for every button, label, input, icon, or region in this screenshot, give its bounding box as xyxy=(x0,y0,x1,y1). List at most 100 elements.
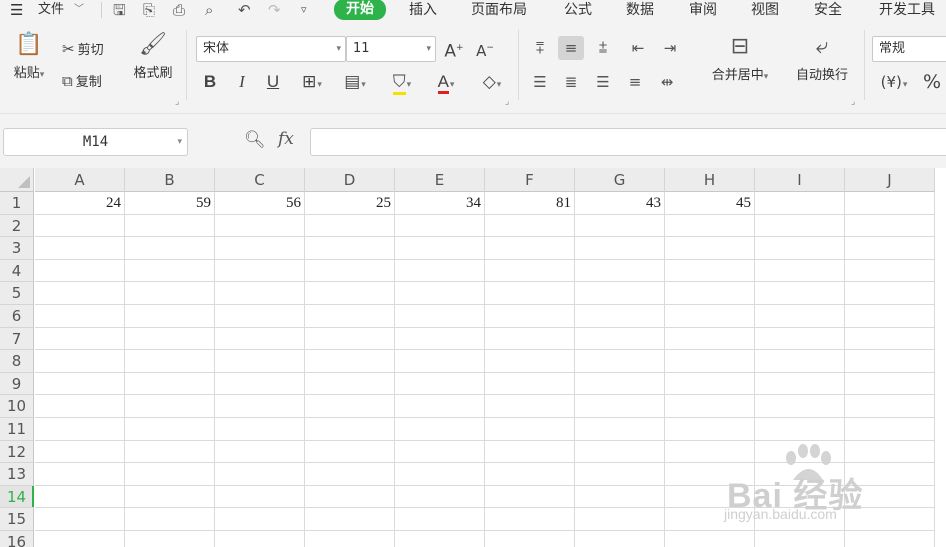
cell-i13[interactable] xyxy=(755,463,845,486)
merge-center-button[interactable]: ⊟ 合并居中▾ xyxy=(700,30,780,83)
align-right-icon[interactable]: ☰ xyxy=(590,70,616,94)
column-header-j[interactable]: J xyxy=(845,168,935,192)
column-header-f[interactable]: F xyxy=(485,168,575,192)
cell-a13[interactable] xyxy=(35,463,125,486)
cell-g12[interactable] xyxy=(575,440,665,464)
italic-button[interactable]: I xyxy=(232,70,252,94)
cell-j6[interactable] xyxy=(845,305,935,328)
file-menu[interactable]: 文件 xyxy=(38,0,64,20)
row-header-1[interactable]: 1 xyxy=(0,192,34,215)
hamburger-icon[interactable]: ☰ xyxy=(10,0,23,20)
cell-c2[interactable] xyxy=(215,214,305,238)
cell-j8[interactable] xyxy=(845,350,935,373)
cell-h5[interactable] xyxy=(665,282,755,305)
row-header-15[interactable]: 15 xyxy=(0,508,34,531)
name-box[interactable]: M14 ▾ xyxy=(3,128,188,156)
clear-format-button[interactable]: ◇▾ xyxy=(474,70,510,94)
cell-d16[interactable] xyxy=(305,531,395,547)
cell-a15[interactable] xyxy=(35,508,125,531)
cell-c1[interactable]: 56 xyxy=(215,192,305,215)
cut-button[interactable]: ✂ 剪切 xyxy=(62,38,104,60)
cell-f8[interactable] xyxy=(485,350,575,373)
cell-f6[interactable] xyxy=(485,305,575,328)
dialog-launcher-icon[interactable]: ⌟ xyxy=(851,97,855,107)
cell-f16[interactable] xyxy=(485,531,575,547)
cell-c6[interactable] xyxy=(215,305,305,328)
tab-developer[interactable]: 开发工具 xyxy=(879,0,935,20)
cell-i6[interactable] xyxy=(755,305,845,328)
cell-d10[interactable] xyxy=(305,395,395,418)
align-left-icon[interactable]: ☰ xyxy=(527,70,553,94)
font-name-select[interactable]: 宋体 ▾ xyxy=(196,36,346,62)
customize-toolbar-icon[interactable]: ▿ xyxy=(301,0,307,20)
increase-font-size-button[interactable]: A+ xyxy=(443,36,465,62)
cell-a6[interactable] xyxy=(35,305,125,328)
cell-e13[interactable] xyxy=(395,463,485,486)
print-preview-icon[interactable]: ⌕ xyxy=(205,0,213,20)
cell-d6[interactable] xyxy=(305,305,395,328)
cell-g15[interactable] xyxy=(575,508,665,531)
tab-insert[interactable]: 插入 xyxy=(409,0,437,20)
cell-d11[interactable] xyxy=(305,418,395,441)
cell-h8[interactable] xyxy=(665,350,755,373)
tab-review[interactable]: 审阅 xyxy=(689,0,717,20)
cell-g16[interactable] xyxy=(575,531,665,547)
cell-f10[interactable] xyxy=(485,395,575,418)
cell-b4[interactable] xyxy=(125,259,215,283)
fill-color-button[interactable]: ⛉▾ xyxy=(384,70,420,95)
print-icon[interactable]: ⎙ xyxy=(173,0,185,20)
cell-b6[interactable] xyxy=(125,305,215,328)
cell-g4[interactable] xyxy=(575,259,665,283)
column-header-i[interactable]: I xyxy=(755,168,845,192)
tab-formulas[interactable]: 公式 xyxy=(564,0,592,20)
redo-icon[interactable]: ↷ xyxy=(268,0,281,20)
cell-j10[interactable] xyxy=(845,395,935,418)
cell-g5[interactable] xyxy=(575,282,665,305)
format-painter-button[interactable]: 🖌 格式刷 xyxy=(128,28,178,81)
cell-e3[interactable] xyxy=(395,237,485,260)
cell-c5[interactable] xyxy=(215,282,305,305)
tab-view[interactable]: 视图 xyxy=(751,0,779,20)
row-header-2[interactable]: 2 xyxy=(0,214,34,238)
row-header-4[interactable]: 4 xyxy=(0,259,34,283)
cell-i7[interactable] xyxy=(755,327,845,351)
cell-f11[interactable] xyxy=(485,418,575,441)
cell-j1[interactable] xyxy=(845,192,935,215)
cell-g10[interactable] xyxy=(575,395,665,418)
cell-j7[interactable] xyxy=(845,327,935,351)
dialog-launcher-icon[interactable]: ⌟ xyxy=(505,97,509,107)
cell-i1[interactable] xyxy=(755,192,845,215)
cell-i2[interactable] xyxy=(755,214,845,238)
cell-f12[interactable] xyxy=(485,440,575,464)
cell-f9[interactable] xyxy=(485,372,575,396)
cell-d14[interactable] xyxy=(305,485,395,509)
column-header-g[interactable]: G xyxy=(575,168,665,192)
cell-i5[interactable] xyxy=(755,282,845,305)
function-icon[interactable]: fx xyxy=(278,129,294,149)
cell-b2[interactable] xyxy=(125,214,215,238)
row-header-11[interactable]: 11 xyxy=(0,418,34,441)
cell-c7[interactable] xyxy=(215,327,305,351)
cell-e10[interactable] xyxy=(395,395,485,418)
undo-icon[interactable]: ↶ xyxy=(238,0,251,20)
cell-f14[interactable] xyxy=(485,485,575,509)
cell-a5[interactable] xyxy=(35,282,125,305)
cell-j5[interactable] xyxy=(845,282,935,305)
cell-i15[interactable] xyxy=(755,508,845,531)
cell-b10[interactable] xyxy=(125,395,215,418)
tab-page-layout[interactable]: 页面布局 xyxy=(471,0,527,20)
number-format-select[interactable]: 常规 xyxy=(872,36,946,62)
cell-h12[interactable] xyxy=(665,440,755,464)
cell-f4[interactable] xyxy=(485,259,575,283)
dialog-launcher-icon[interactable]: ⌟ xyxy=(175,97,179,107)
chevron-down-icon[interactable]: ﹀ xyxy=(74,0,84,20)
cell-e8[interactable] xyxy=(395,350,485,373)
cell-f5[interactable] xyxy=(485,282,575,305)
cell-e16[interactable] xyxy=(395,531,485,547)
cell-a1[interactable]: 24 xyxy=(35,192,125,215)
cell-c15[interactable] xyxy=(215,508,305,531)
cell-j9[interactable] xyxy=(845,372,935,396)
cell-e1[interactable]: 34 xyxy=(395,192,485,215)
bold-button[interactable]: B xyxy=(200,70,220,94)
cell-b15[interactable] xyxy=(125,508,215,531)
